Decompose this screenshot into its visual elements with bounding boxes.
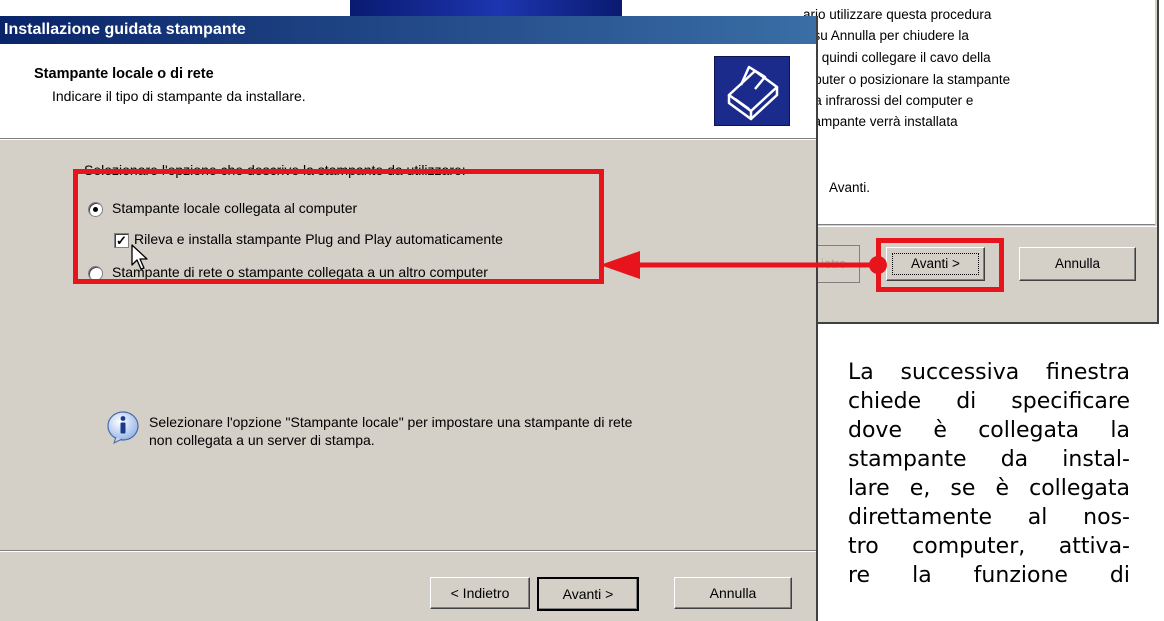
printer-icon bbox=[714, 56, 790, 126]
connector-arrow bbox=[600, 251, 887, 279]
paragraph-line: dove è collegata la bbox=[848, 418, 1130, 443]
info-icon bbox=[107, 411, 139, 444]
paragraph-line: La successiva finestra bbox=[848, 360, 1130, 385]
bg-text-line: mputer o posizionare la stampante bbox=[803, 72, 1011, 87]
printer-wizard-window: Installazione guidata stampante Stampant… bbox=[0, 16, 818, 621]
title-bar[interactable]: Installazione guidata stampante bbox=[0, 16, 816, 44]
paragraph-line: chiede di specificare bbox=[848, 389, 1130, 414]
header-title: Stampante locale o di rete bbox=[34, 66, 214, 82]
paragraph-line: tro computer, attiva- bbox=[848, 534, 1130, 559]
wizard-header: Stampante locale o di rete Indicare il t… bbox=[0, 44, 816, 139]
divider bbox=[0, 551, 816, 552]
background-dialog-content: ario utilizzare questa procedura c su An… bbox=[801, 0, 1155, 225]
back-button[interactable]: < Indietro bbox=[430, 577, 530, 609]
paragraph-line: stampante da instal- bbox=[848, 447, 1130, 472]
next-button-highlight-box bbox=[876, 238, 1004, 292]
divider bbox=[801, 226, 1157, 227]
next-button[interactable]: Avanti > bbox=[537, 577, 639, 611]
paragraph-line: lare e, se è collegata bbox=[848, 476, 1130, 501]
paragraph-line: re la funzione di bbox=[848, 563, 1130, 588]
info-line: non collegata a un server di stampa. bbox=[149, 432, 375, 448]
bg-text-line: a a infrarossi del computer e bbox=[803, 93, 974, 108]
divider bbox=[0, 139, 816, 140]
options-highlight-box bbox=[73, 169, 604, 284]
bg-cancel-button[interactable]: Annulla bbox=[1019, 247, 1136, 281]
info-line: Selezionare l'opzione "Stampante locale"… bbox=[149, 414, 633, 430]
cancel-button[interactable]: Annulla bbox=[674, 577, 792, 609]
bg-cancel-label: Annulla bbox=[1054, 256, 1101, 271]
background-image-fragment bbox=[350, 0, 622, 16]
paragraph-line: direttamente al nos- bbox=[848, 505, 1130, 530]
side-paragraph: La successiva finestra chiede di specifi… bbox=[848, 358, 1130, 590]
bg-text-line: ario utilizzare questa procedura bbox=[803, 7, 992, 22]
info-text: Selezionare l'opzione "Stampante locale"… bbox=[149, 413, 632, 449]
bg-text-line: c su Annulla per chiudere la bbox=[803, 28, 969, 43]
header-subtitle: Indicare il tipo di stampante da install… bbox=[52, 88, 306, 104]
bg-text-line: stampante verrà installata bbox=[803, 114, 958, 129]
bg-text-line: Avanti. bbox=[829, 180, 871, 195]
bg-text-line: ta, quindi collegare il cavo della bbox=[803, 50, 991, 65]
